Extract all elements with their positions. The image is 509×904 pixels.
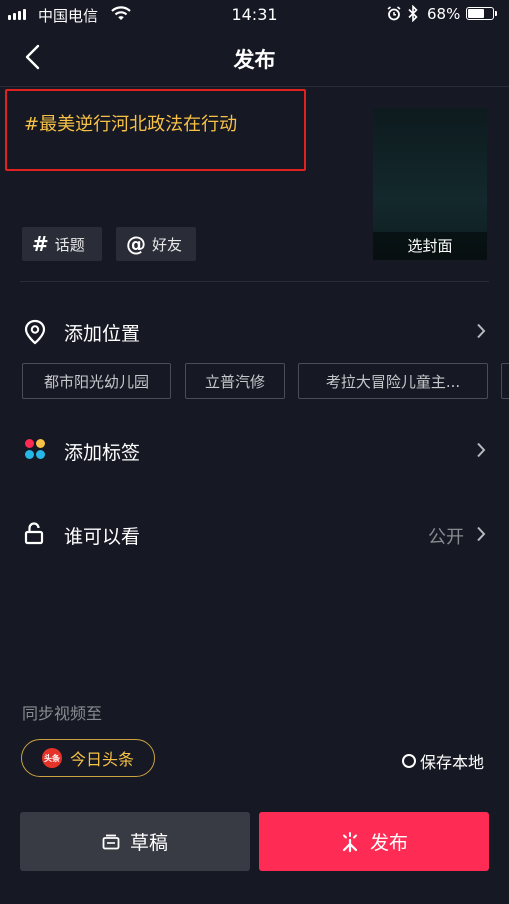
status-bar: 中国电信 14:31 68% [0, 0, 509, 30]
alarm-icon [387, 6, 401, 21]
draft-label: 草稿 [129, 832, 168, 854]
page-title: 发布 [233, 48, 276, 72]
battery-percent: 68% [427, 5, 461, 23]
add-location-row[interactable]: 添加位置 [0, 305, 509, 357]
add-location-label: 添加位置 [64, 323, 141, 345]
draft-box-icon [102, 834, 120, 849]
visibility-value: 公开 [428, 527, 464, 548]
location-suggestion[interactable]: 都市阳光幼儿园 [22, 363, 171, 399]
visibility-label: 谁可以看 [64, 526, 141, 548]
location-suggestion[interactable]: 考拉大冒险儿童主... [298, 363, 488, 399]
nav-divider [0, 86, 509, 87]
unlock-icon [24, 522, 44, 545]
hashtag-icon: # [32, 232, 49, 256]
friend-label: 好友 [152, 235, 183, 254]
mention-friend-button[interactable]: @ 好友 [116, 227, 196, 261]
visibility-row[interactable]: 谁可以看 公开 [0, 508, 509, 560]
draft-button[interactable]: 草稿 [20, 812, 250, 871]
chevron-right-icon [477, 442, 486, 458]
location-suggestion-overflow[interactable] [501, 363, 509, 399]
location-pin-icon [24, 319, 46, 345]
toutiao-label: 今日头条 [70, 750, 135, 769]
sparkle-person-icon [342, 831, 358, 852]
topic-button[interactable]: # 话题 [22, 227, 102, 261]
chevron-right-icon [477, 323, 486, 339]
colorful-dots-icon [25, 439, 45, 459]
at-icon: @ [126, 232, 146, 256]
radio-icon[interactable] [402, 754, 416, 768]
battery-icon [466, 7, 497, 20]
sync-toutiao-button[interactable]: 头条 今日头条 [21, 739, 155, 777]
sync-label: 同步视频至 [22, 704, 103, 723]
topic-label: 话题 [54, 235, 85, 254]
select-cover-label[interactable]: 选封面 [373, 232, 487, 260]
chevron-right-icon [477, 526, 486, 542]
add-tag-label: 添加标签 [64, 442, 141, 464]
cover-thumbnail[interactable]: 选封面 [373, 108, 487, 260]
bluetooth-icon [408, 5, 418, 22]
publish-button[interactable]: 发布 [259, 812, 489, 871]
caption-input[interactable]: #最美逆行河北政法在行动 [24, 110, 237, 136]
save-local-label: 保存本地 [420, 753, 485, 772]
publish-label: 发布 [369, 832, 408, 854]
toutiao-logo-icon: 头条 [42, 748, 62, 768]
add-tag-row[interactable]: 添加标签 [0, 424, 509, 476]
section-divider [20, 281, 489, 282]
save-local-toggle[interactable]: 保存本地 [402, 749, 484, 773]
location-suggestion[interactable]: 立普汽修 [185, 363, 285, 399]
